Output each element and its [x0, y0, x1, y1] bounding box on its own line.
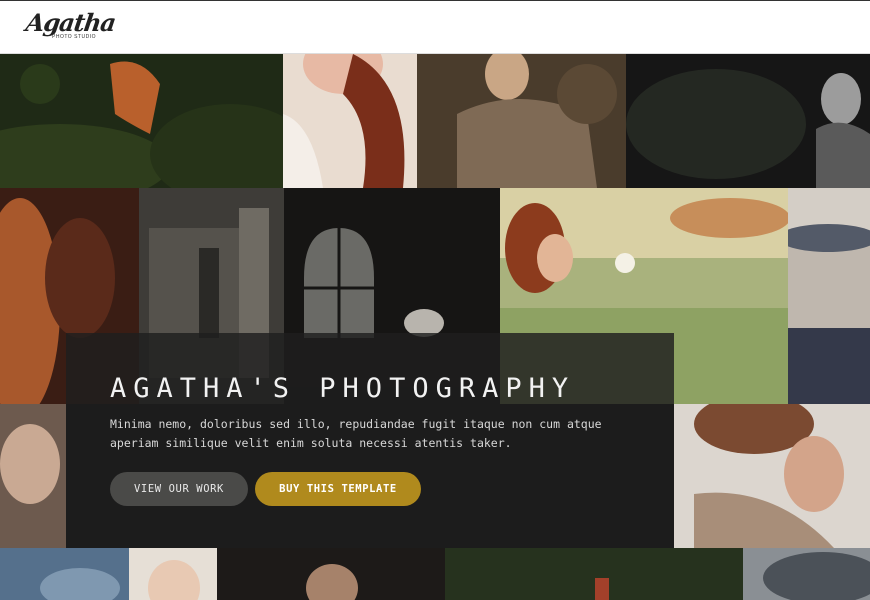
buy-this-template-button[interactable]: BUY THIS TEMPLATE — [255, 472, 421, 506]
hero-description-line-2: aperiam similique velit enim soluta nece… — [110, 436, 512, 450]
site-header: Agatha PHOTO STUDIO — [0, 0, 870, 54]
photo-woman-sweater-sepia[interactable] — [417, 54, 626, 188]
hero-panel: AGATHA'S PHOTOGRAPHY Minima nemo, dolori… — [66, 333, 674, 548]
photo-woman-sunlit-profile[interactable] — [674, 404, 870, 548]
photo-woman-dark-foliage[interactable] — [626, 54, 870, 188]
photo-bottom-portrait-left[interactable] — [0, 548, 129, 600]
hero-description-line-1: Minima nemo, doloribus sed illo, repudia… — [110, 417, 602, 431]
logo-subtitle: PHOTO STUDIO — [52, 34, 96, 40]
logo-script-text: Agatha — [24, 8, 118, 37]
hero-title: AGATHA'S PHOTOGRAPHY — [110, 373, 576, 404]
photo-blonde-portrait[interactable] — [129, 548, 217, 600]
view-our-work-button[interactable]: VIEW OUR WORK — [110, 472, 248, 506]
photo-redhead-white-shirt[interactable] — [283, 54, 417, 188]
photo-dark-portrait-center[interactable] — [217, 548, 445, 600]
photo-misty-trees[interactable] — [743, 548, 870, 600]
hero-description: Minima nemo, doloribus sed illo, repudia… — [110, 415, 630, 453]
photo-misty-landscape[interactable] — [788, 188, 870, 404]
photo-woman-orange-dress-forest[interactable] — [0, 54, 283, 188]
photo-forest-figure[interactable] — [445, 548, 743, 600]
photo-woman-soft-light[interactable] — [0, 404, 66, 548]
site-logo[interactable]: Agatha PHOTO STUDIO — [24, 8, 118, 49]
